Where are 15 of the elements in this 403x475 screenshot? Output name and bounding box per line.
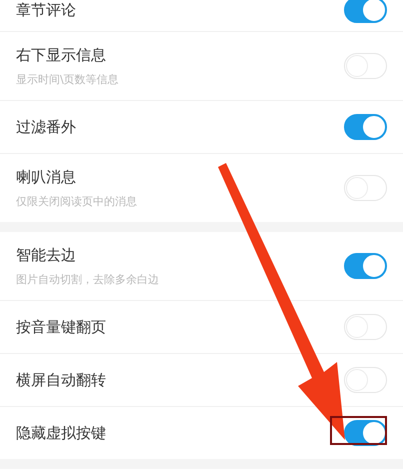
setting-title: 右下显示信息 bbox=[16, 46, 107, 64]
setting-title: 喇叭消息 bbox=[16, 168, 77, 186]
toggle-switch[interactable] bbox=[344, 0, 387, 23]
setting-title: 按音量键翻页 bbox=[16, 318, 106, 336]
setting-title: 章节评论 bbox=[16, 0, 76, 20]
setting-title: 智能去边 bbox=[16, 246, 77, 264]
toggle-switch[interactable] bbox=[344, 253, 387, 279]
setting-title: 横屏自动翻转 bbox=[16, 370, 106, 390]
setting-description: 仅限关闭阅读页中的消息 bbox=[16, 194, 137, 208]
highlight-rectangle bbox=[330, 416, 387, 445]
setting-title: 隐藏虚拟按键 bbox=[16, 424, 106, 442]
setting-description: 图片自动切割，去除多余白边 bbox=[16, 272, 159, 286]
toggle-switch[interactable] bbox=[344, 114, 387, 140]
setting-title: 过滤番外 bbox=[16, 118, 76, 136]
setting-description: 显示时间\页数等信息 bbox=[16, 72, 119, 86]
